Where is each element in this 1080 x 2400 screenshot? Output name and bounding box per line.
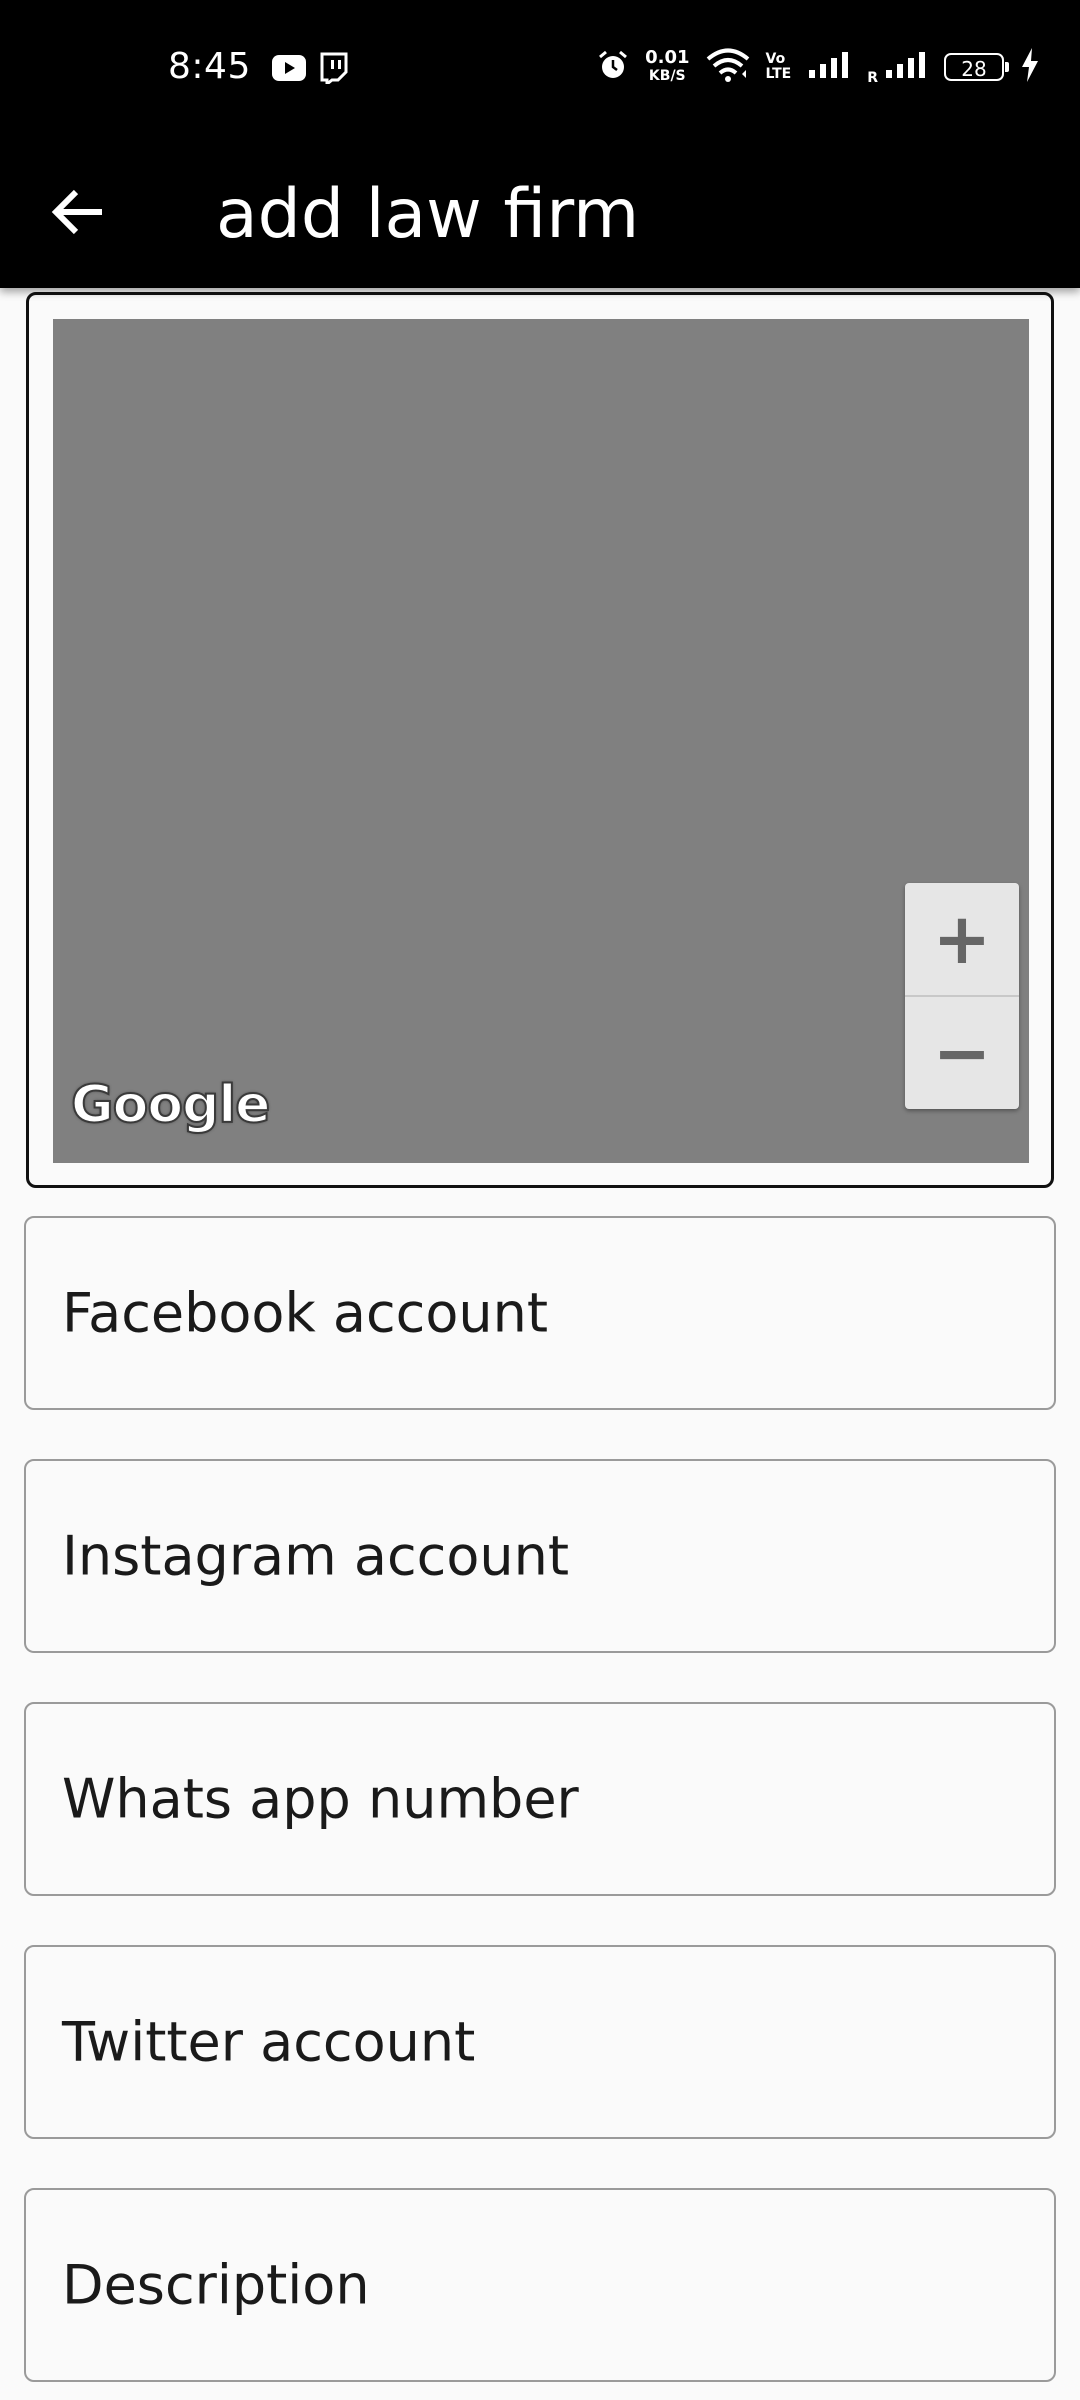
whatsapp-number-label: Whats app number: [62, 1767, 579, 1831]
status-bar: 8:45 0.01 KB/S Vo LTE R 28: [0, 0, 1080, 140]
instagram-account-label: Instagram account: [62, 1524, 570, 1588]
signal-icon: [807, 50, 851, 84]
alarm-icon: [597, 49, 629, 85]
back-button[interactable]: [36, 172, 120, 256]
battery-indicator: 28: [944, 53, 1009, 81]
whatsapp-number-field[interactable]: Whats app number: [24, 1702, 1056, 1896]
zoom-out-button[interactable]: −: [905, 997, 1019, 1109]
roaming-indicator: R: [867, 70, 878, 86]
net-speed-value: 0.01: [645, 47, 690, 68]
volte-bottom: LTE: [765, 66, 792, 82]
status-left-icons: [272, 52, 348, 88]
status-right-icons: 0.01 KB/S Vo LTE R 28: [597, 48, 1040, 86]
wifi-icon: [706, 48, 750, 86]
volte-top: Vo: [765, 51, 786, 67]
arrow-left-icon: [50, 187, 106, 241]
zoom-controls: + −: [905, 883, 1019, 1109]
facebook-account-field[interactable]: Facebook account: [24, 1216, 1056, 1410]
facebook-account-label: Facebook account: [62, 1281, 549, 1345]
description-label: Description: [62, 2253, 370, 2317]
volte-indicator: Vo LTE: [766, 52, 792, 82]
page-title: add law firm: [216, 175, 640, 254]
status-time: 8:45: [168, 46, 251, 87]
app-bar: add law firm: [0, 140, 1080, 288]
net-speed: 0.01 KB/S: [645, 49, 689, 85]
google-logo: Google: [70, 1074, 271, 1136]
twitch-icon: [318, 52, 348, 88]
description-field[interactable]: Description: [24, 2188, 1056, 2382]
youtube-icon: [272, 55, 306, 85]
net-speed-unit: KB/S: [648, 68, 686, 84]
map-view[interactable]: + − Google: [53, 319, 1029, 1163]
zoom-in-button[interactable]: +: [905, 883, 1019, 995]
instagram-account-field[interactable]: Instagram account: [24, 1459, 1056, 1653]
map-card: + − Google: [26, 292, 1054, 1188]
twitter-account-field[interactable]: Twitter account: [24, 1945, 1056, 2139]
twitter-account-label: Twitter account: [62, 2010, 476, 2074]
charging-icon: [1020, 48, 1040, 86]
signal-icon-2: [884, 50, 928, 84]
